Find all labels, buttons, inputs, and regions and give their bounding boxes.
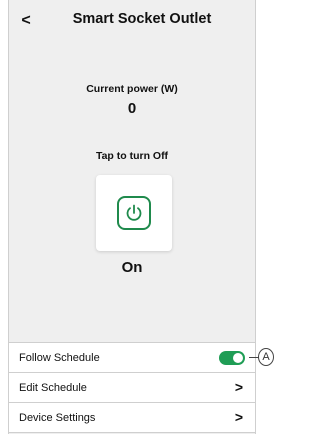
edit-schedule-row[interactable]: Edit Schedule >	[9, 373, 255, 403]
follow-schedule-row[interactable]: Follow Schedule	[9, 343, 255, 373]
power-toggle-button[interactable]	[96, 175, 172, 251]
toggle-knob	[233, 353, 243, 363]
device-settings-row[interactable]: Device Settings >	[9, 403, 255, 433]
follow-schedule-toggle[interactable]	[219, 351, 245, 365]
tap-to-toggle-label: Tap to turn Off	[95, 150, 169, 162]
follow-schedule-label: Follow Schedule	[19, 352, 100, 364]
edit-schedule-label: Edit Schedule	[19, 382, 87, 394]
device-state: On	[121, 259, 143, 276]
current-power-label: Current power (W)	[86, 83, 178, 95]
device-settings-label: Device Settings	[19, 412, 96, 424]
power-icon	[117, 196, 151, 230]
current-power-value: 0	[127, 100, 137, 117]
app-screen: < Smart Socket Outlet Current power (W) …	[8, 0, 256, 434]
chevron-right-icon: >	[234, 379, 243, 395]
page-title: Smart Socket Outlet	[72, 11, 212, 27]
back-chevron-icon[interactable]: <	[17, 10, 35, 32]
chevron-right-icon: >	[234, 409, 243, 425]
settings-menu: Follow Schedule Edit Schedule > Device S…	[9, 342, 255, 433]
callout-marker: A	[258, 348, 274, 366]
header: < Smart Socket Outlet	[9, 0, 255, 44]
